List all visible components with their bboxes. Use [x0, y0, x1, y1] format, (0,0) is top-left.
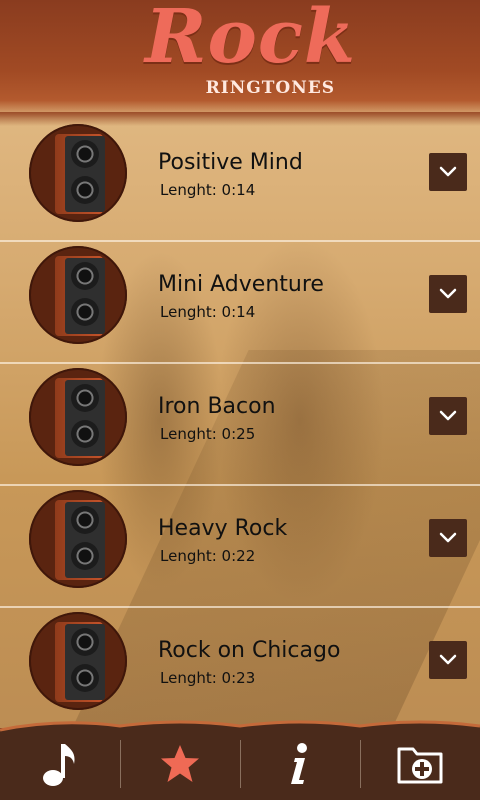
folder-add-icon: [397, 747, 443, 784]
expand-button[interactable]: [429, 153, 467, 191]
ringtone-row[interactable]: Iron Bacon Lenght: 0:25: [0, 362, 480, 486]
expand-button[interactable]: [429, 397, 467, 435]
ringtone-list: Positive Mind Lenght: 0:14 Mini Adventur…: [0, 118, 480, 728]
speaker-icon: [29, 368, 127, 466]
ringtone-length: Lenght: 0:14: [160, 303, 256, 321]
chevron-down-icon: [439, 532, 457, 543]
ringtone-title: Mini Adventure: [158, 272, 324, 297]
speaker-icon: [29, 246, 127, 344]
bottom-navigation: [0, 720, 480, 800]
chevron-down-icon: [439, 654, 457, 665]
expand-button[interactable]: [429, 519, 467, 557]
ringtone-row[interactable]: Rock on Chicago Lenght: 0:23: [0, 606, 480, 728]
ringtone-length: Lenght: 0:14: [160, 181, 256, 199]
ringtone-row[interactable]: Heavy Rock Lenght: 0:22: [0, 484, 480, 608]
nav-info[interactable]: [240, 728, 360, 800]
nav-favorites[interactable]: [120, 728, 240, 800]
expand-button[interactable]: [429, 641, 467, 679]
chevron-down-icon: [439, 410, 457, 421]
app-header: Rock RINGTONES: [0, 0, 480, 126]
speaker-icon: [29, 490, 127, 588]
speaker-icon: [29, 612, 127, 710]
expand-button[interactable]: [429, 275, 467, 313]
nav-ringtones[interactable]: [0, 728, 120, 800]
ringtone-title: Heavy Rock: [158, 516, 288, 541]
star-icon: [161, 745, 199, 782]
chevron-down-icon: [439, 288, 457, 299]
logo-title: Rock: [145, 0, 357, 80]
logo-subtitle: RINGTONES: [205, 78, 335, 98]
ringtone-title: Positive Mind: [158, 150, 303, 175]
chevron-down-icon: [439, 166, 457, 177]
ringtone-length: Lenght: 0:22: [160, 547, 256, 565]
ringtone-length: Lenght: 0:25: [160, 425, 256, 443]
ringtone-row[interactable]: Positive Mind Lenght: 0:14: [0, 118, 480, 242]
app-logo: Rock RINGTONES: [145, 0, 357, 110]
ringtone-length: Lenght: 0:23: [160, 669, 256, 687]
music-note-icon: [43, 744, 75, 786]
ringtone-title: Rock on Chicago: [158, 638, 341, 663]
info-icon: [291, 743, 307, 784]
nav-add-folder[interactable]: [360, 728, 480, 800]
ringtone-title: Iron Bacon: [158, 394, 276, 419]
ringtone-row[interactable]: Mini Adventure Lenght: 0:14: [0, 240, 480, 364]
speaker-icon: [29, 124, 127, 222]
